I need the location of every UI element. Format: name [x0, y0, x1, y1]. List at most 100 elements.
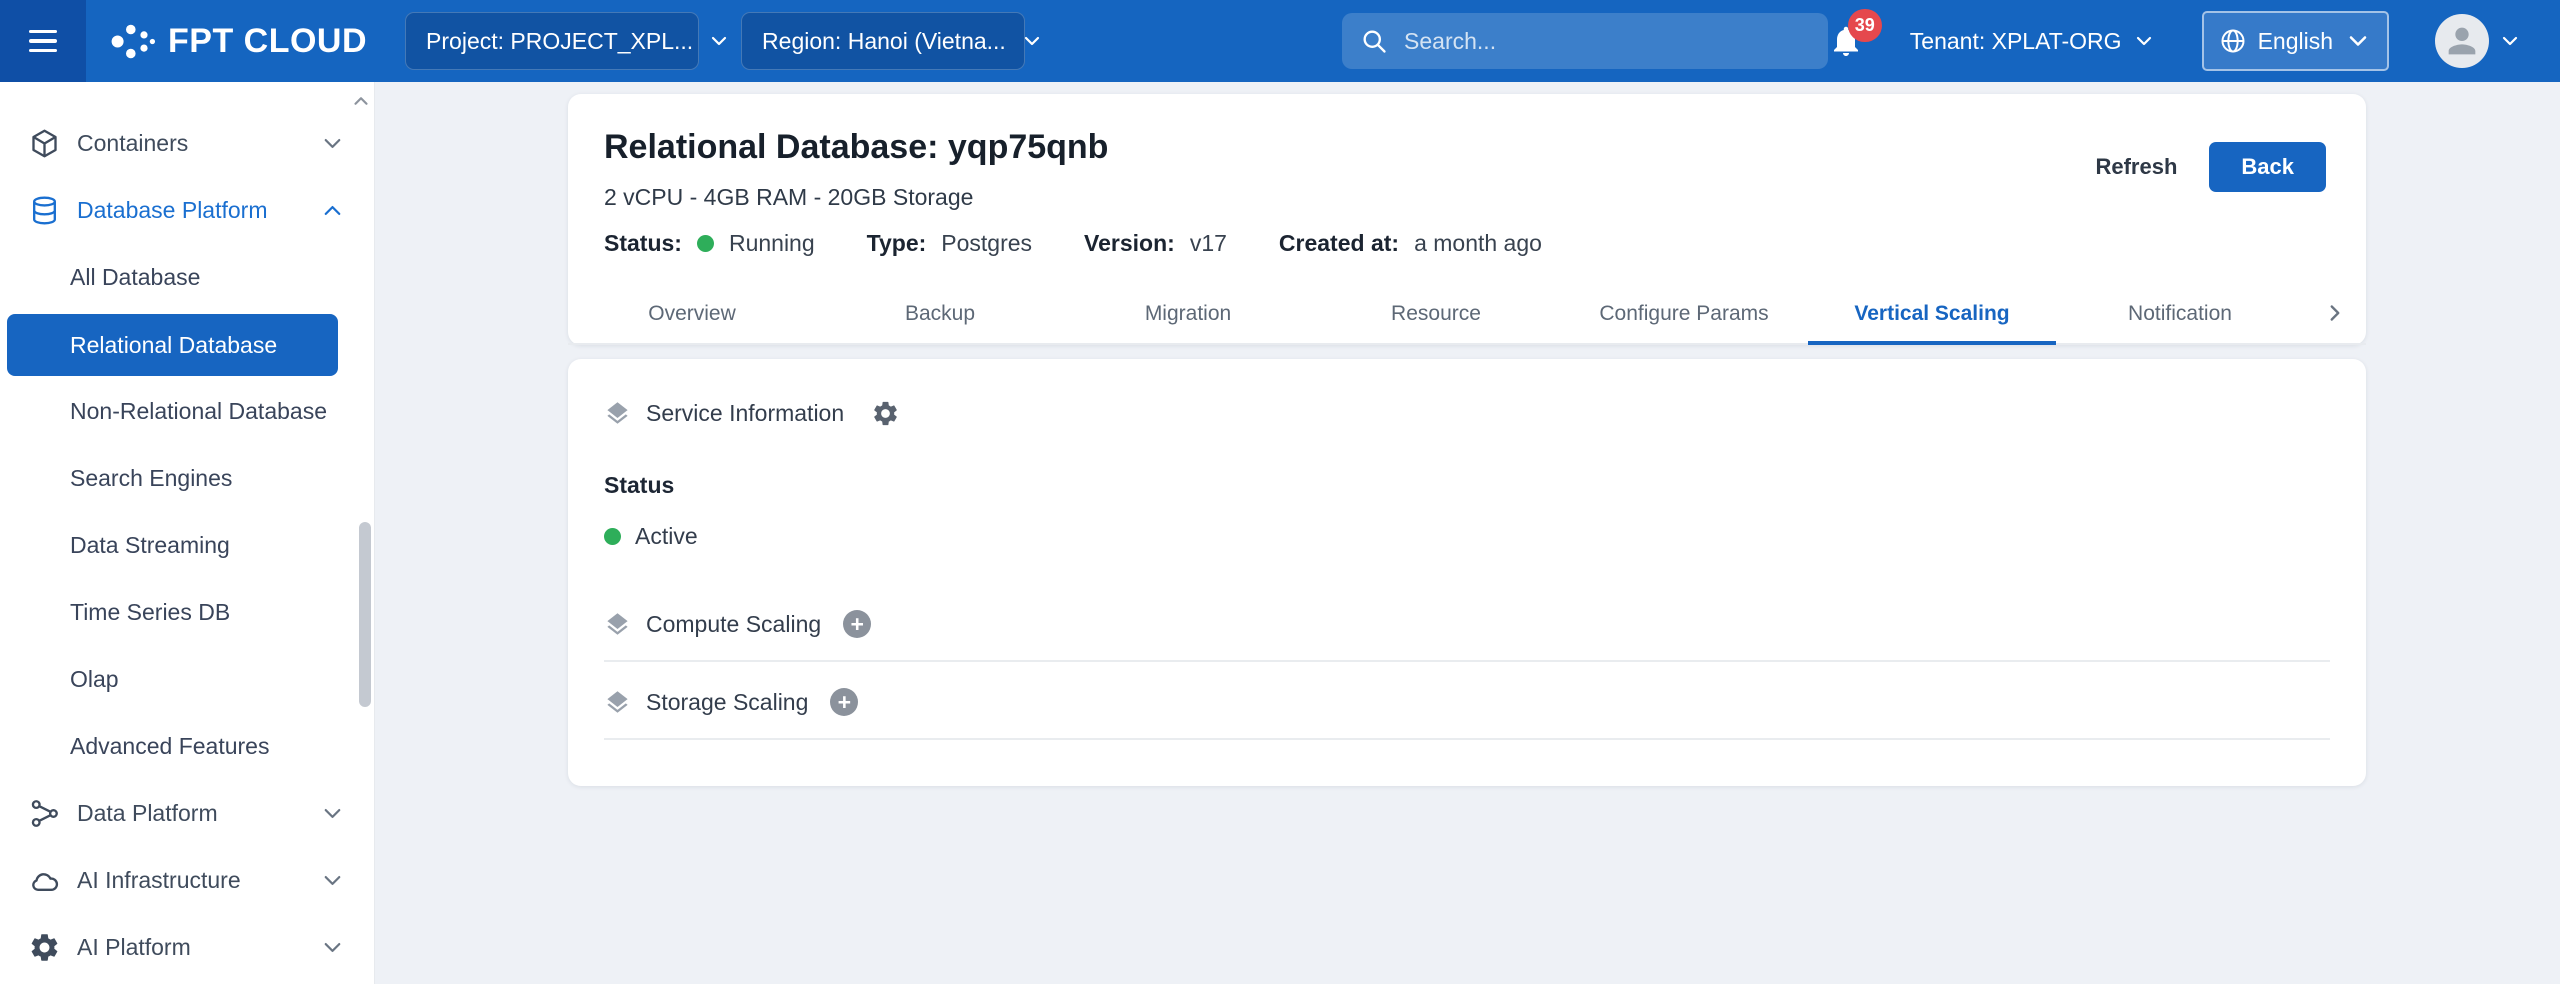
search-bar[interactable] — [1342, 13, 1828, 69]
storage-scaling-section: Storage Scaling + — [604, 662, 2330, 740]
service-status-block: Status Active — [604, 472, 2330, 550]
chevron-down-icon — [2344, 27, 2372, 55]
data-platform-icon — [28, 797, 61, 830]
sidebar-item-data-streaming[interactable]: Data Streaming — [0, 512, 374, 579]
sidebar-item-advanced-features[interactable]: Advanced Features — [0, 713, 374, 780]
chevron-down-icon — [2132, 29, 2156, 53]
status-value: Running — [729, 230, 815, 257]
notifications-button[interactable]: 39 — [1828, 23, 1864, 59]
layers-icon — [604, 611, 631, 638]
sidebar-scrollbar-thumb[interactable] — [359, 522, 371, 707]
add-storage-scaling-button[interactable]: + — [830, 688, 858, 716]
notification-badge: 39 — [1848, 9, 1882, 42]
service-status-label: Status — [604, 472, 2330, 499]
sidebar-scrollbar[interactable] — [359, 82, 371, 984]
sidebar-item-label: AI Infrastructure — [77, 867, 303, 894]
back-button[interactable]: Back — [2209, 142, 2326, 192]
sidebar-item-non-relational-database[interactable]: Non-Relational Database — [0, 378, 374, 445]
sidebar-item-relational-database[interactable]: Relational Database — [7, 314, 338, 376]
tab-resource[interactable]: Resource — [1312, 283, 1560, 345]
database-header-card: Relational Database: yqp75qnb 2 vCPU - 4… — [568, 94, 2366, 345]
tab-configure-params[interactable]: Configure Params — [1560, 283, 1808, 345]
ai-platform-icon — [28, 931, 61, 964]
tenant-selector[interactable]: Tenant: XPLAT-ORG — [1910, 28, 2156, 55]
main-content: Relational Database: yqp75qnb 2 vCPU - 4… — [374, 82, 2560, 984]
tab-vertical-scaling[interactable]: Vertical Scaling — [1808, 283, 2056, 345]
database-header-info: Relational Database: yqp75qnb 2 vCPU - 4… — [604, 128, 1542, 257]
language-label: English — [2258, 28, 2333, 55]
service-information-section: Service Information — [604, 399, 2330, 428]
status-label: Status: — [604, 230, 682, 257]
service-status-value: Active — [635, 523, 698, 550]
search-input[interactable] — [1402, 27, 1810, 56]
fpt-cloud-logo: FPT CLOUD — [108, 21, 367, 62]
sidebar-item-label: Data Platform — [77, 800, 303, 827]
page-title: Relational Database: yqp75qnb — [604, 128, 1542, 167]
status-group: Status: Running — [604, 230, 815, 257]
database-specs: 2 vCPU - 4GB RAM - 20GB Storage — [604, 184, 1542, 211]
person-icon — [2442, 21, 2482, 61]
ai-infrastructure-icon — [28, 864, 61, 897]
status-dot-icon — [697, 235, 714, 252]
chevron-right-icon — [2322, 300, 2348, 326]
chevron-down-icon — [319, 800, 346, 827]
database-meta-row: Status: Running Type: Postgres Version: … — [604, 230, 1542, 257]
version-label: Version: — [1084, 230, 1175, 257]
sidebar-item-data-platform[interactable]: Data Platform — [0, 780, 374, 847]
search-icon — [1360, 27, 1388, 55]
service-information-title: Service Information — [646, 400, 844, 427]
chevron-down-icon — [707, 29, 731, 53]
layers-icon — [604, 400, 631, 427]
logo-text: FPT CLOUD — [168, 22, 367, 61]
menu-button[interactable] — [0, 0, 86, 82]
gear-icon[interactable] — [871, 399, 900, 428]
sidebar-item-all-database[interactable]: All Database — [0, 244, 374, 311]
top-navbar: FPT CLOUD Project: PROJECT_XPL... Region… — [0, 0, 2560, 82]
tab-notification[interactable]: Notification — [2056, 283, 2304, 345]
tenant-label: Tenant: XPLAT-ORG — [1910, 28, 2122, 55]
type-group: Type: Postgres — [867, 230, 1032, 257]
project-selector[interactable]: Project: PROJECT_XPL... — [405, 12, 699, 70]
region-selector[interactable]: Region: Hanoi (Vietna... — [741, 12, 1025, 70]
sidebar-item-label: Containers — [77, 130, 303, 157]
sidebar-item-containers[interactable]: Containers — [0, 110, 374, 177]
tab-bar: Overview Backup Migration Resource Confi… — [568, 283, 2366, 345]
refresh-button[interactable]: Refresh — [2095, 142, 2177, 192]
chevron-down-icon — [1020, 29, 1044, 53]
containers-icon — [28, 127, 61, 160]
language-selector[interactable]: English — [2202, 11, 2389, 71]
fpt-logo-icon — [108, 21, 156, 62]
sidebar-database-children: All Database Relational Database Non-Rel… — [0, 244, 374, 780]
sidebar-item-ai-platform[interactable]: AI Platform — [0, 914, 374, 981]
sidebar-item-label: Database Platform — [77, 197, 303, 224]
tabs-overflow-button[interactable] — [2304, 283, 2366, 343]
version-group: Version: v17 — [1084, 230, 1227, 257]
chevron-down-icon — [319, 130, 346, 157]
sidebar: Containers Database Platform All Databas… — [0, 82, 374, 984]
type-label: Type: — [867, 230, 927, 257]
status-dot-icon — [604, 528, 621, 545]
sidebar-item-ai-infrastructure[interactable]: AI Infrastructure — [0, 847, 374, 914]
tab-migration[interactable]: Migration — [1064, 283, 1312, 345]
add-compute-scaling-button[interactable]: + — [843, 610, 871, 638]
project-selector-label: Project: PROJECT_XPL... — [426, 28, 693, 55]
region-selector-label: Region: Hanoi (Vietna... — [762, 28, 1006, 55]
globe-icon — [2219, 27, 2247, 55]
created-group: Created at: a month ago — [1279, 230, 1542, 257]
database-icon — [28, 194, 61, 227]
chevron-down-icon — [319, 867, 346, 894]
user-menu[interactable] — [2435, 14, 2522, 68]
tab-backup[interactable]: Backup — [816, 283, 1064, 345]
sidebar-item-olap[interactable]: Olap — [0, 646, 374, 713]
sidebar-item-database-platform[interactable]: Database Platform — [0, 177, 374, 244]
created-at-value: a month ago — [1414, 230, 1542, 257]
sidebar-item-search-engines[interactable]: Search Engines — [0, 445, 374, 512]
tab-overview[interactable]: Overview — [568, 283, 816, 345]
storage-scaling-title: Storage Scaling — [646, 689, 808, 716]
chevron-down-icon — [319, 934, 346, 961]
avatar — [2435, 14, 2489, 68]
created-at-label: Created at: — [1279, 230, 1399, 257]
sidebar-item-time-series-db[interactable]: Time Series DB — [0, 579, 374, 646]
chevron-down-icon — [2498, 29, 2522, 53]
compute-scaling-title: Compute Scaling — [646, 611, 821, 638]
